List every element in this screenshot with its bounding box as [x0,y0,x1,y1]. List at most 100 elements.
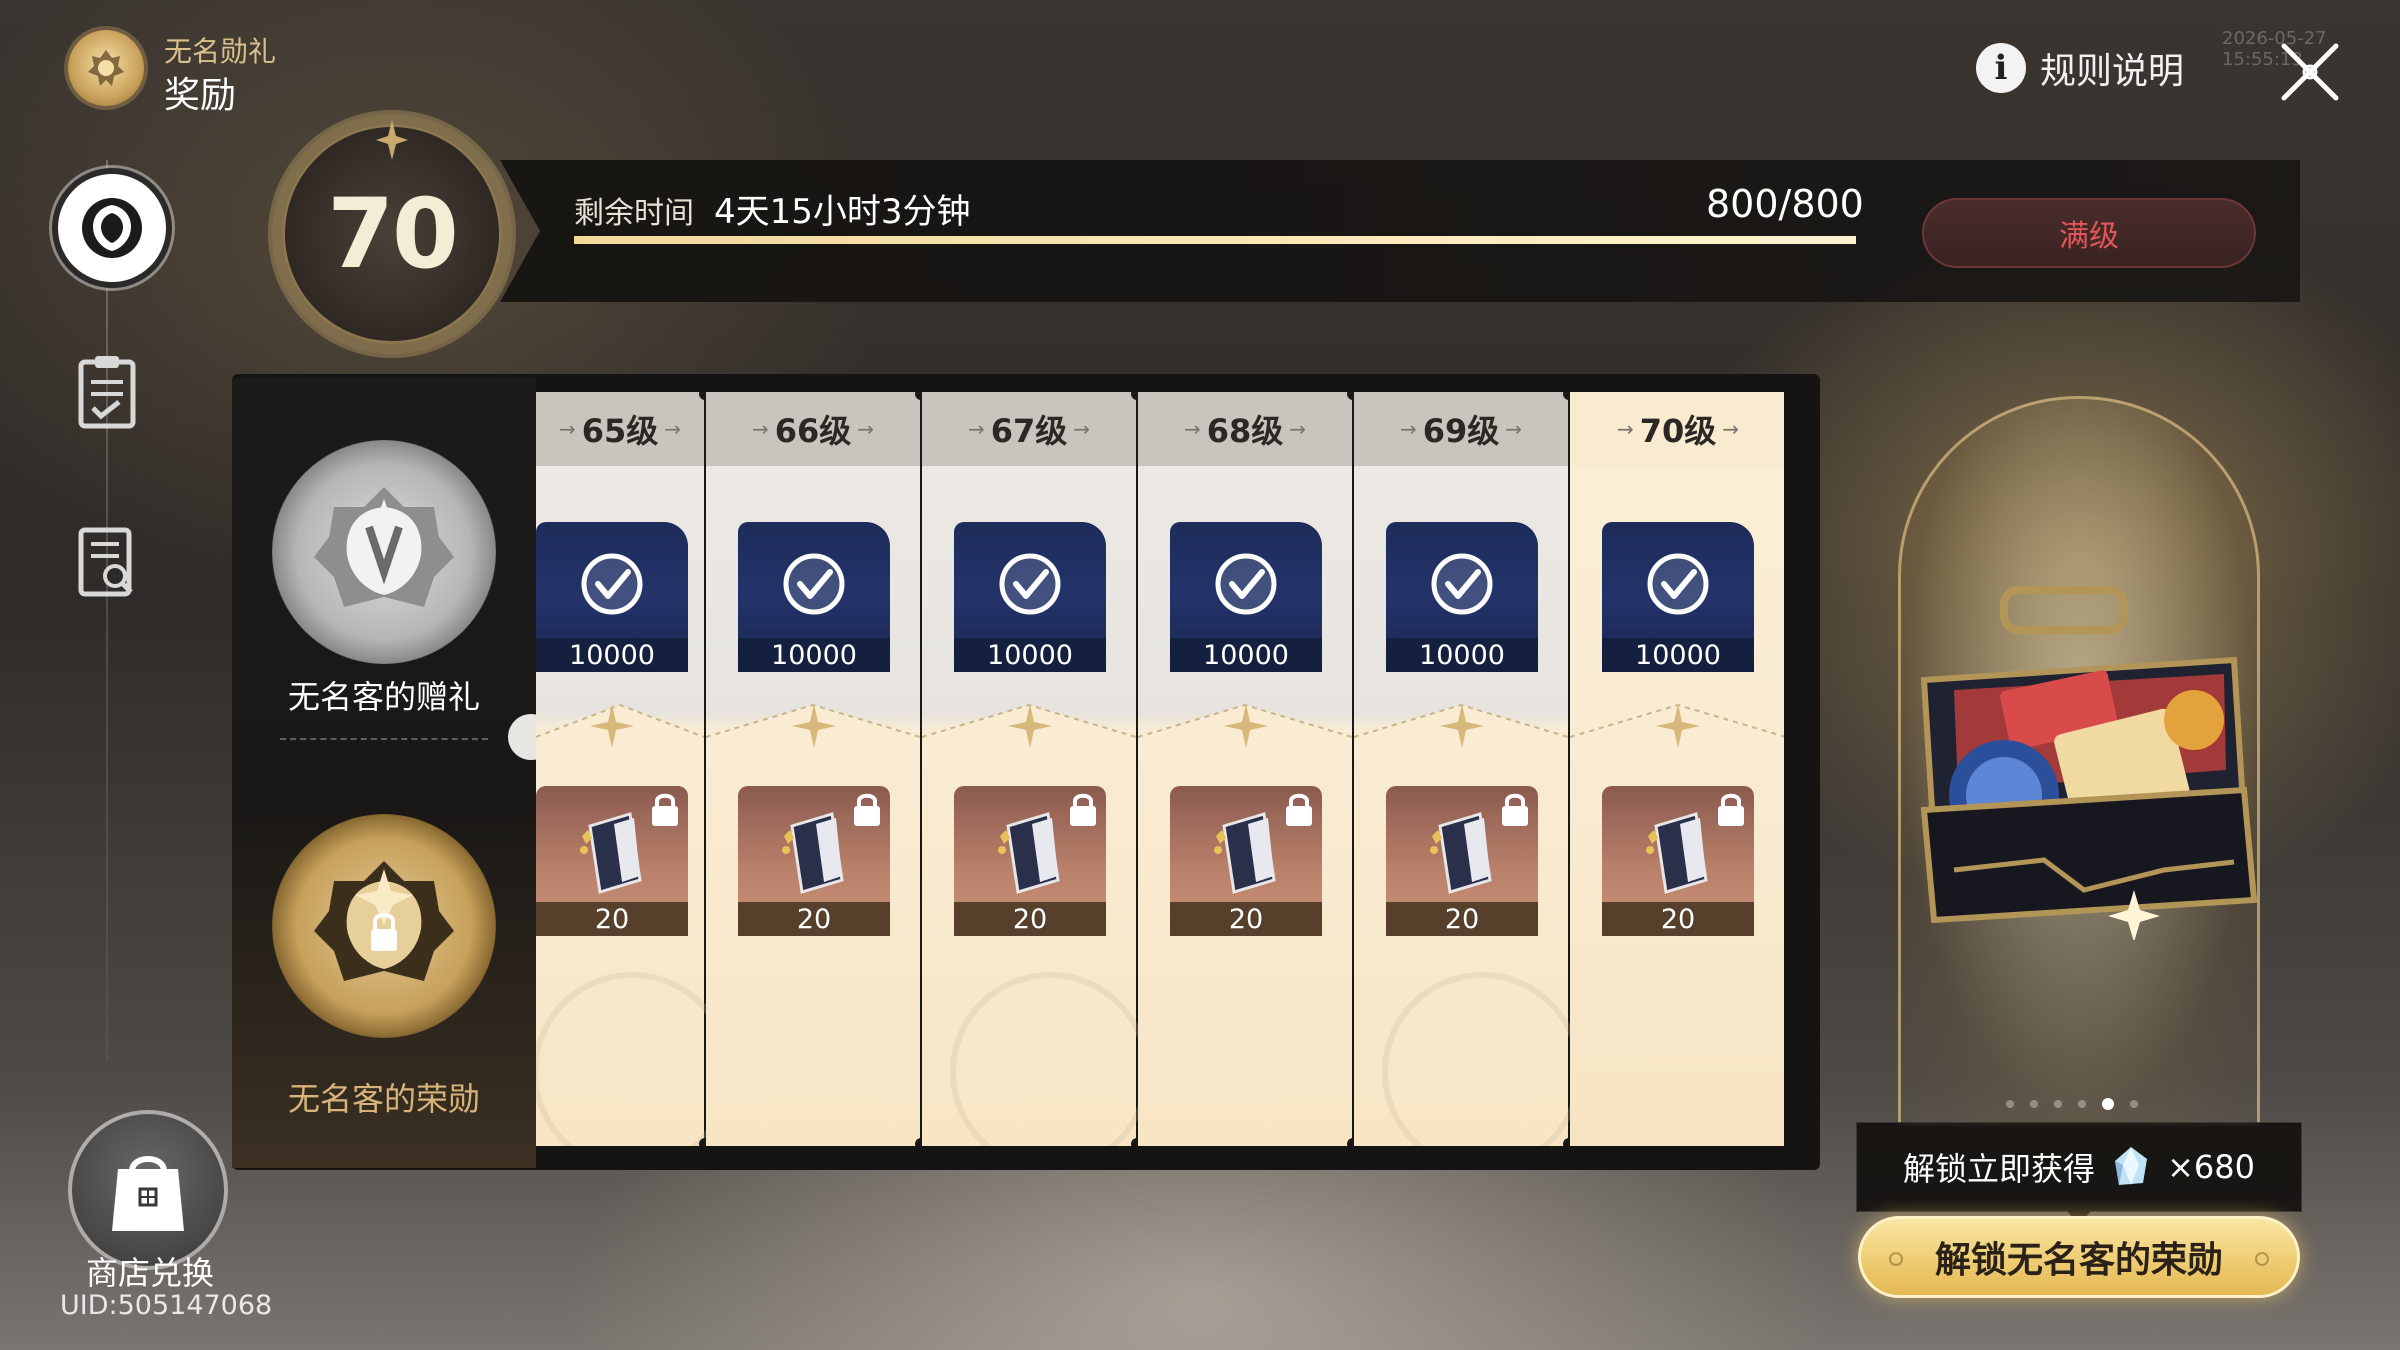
paid-reward-item[interactable]: 20 [536,786,688,936]
rules-label: 规则说明 [2040,51,2185,92]
button-ornament-left [1889,1252,1903,1266]
free-reward-item[interactable]: 10000 [1386,522,1538,672]
level-header-deco: → [1073,417,1091,441]
emblem-watermark [1382,972,1582,1146]
star-ornament-icon [376,120,408,160]
level-column: → 67级 → 10000 20 [922,392,1150,1146]
page-title: 奖励 [164,75,237,116]
paid-reward-qty: 20 [1602,902,1754,936]
rail-tab-missions[interactable] [72,522,142,602]
level-header-deco: → [558,417,576,441]
honor-emblem-icon [82,198,142,258]
free-reward-item[interactable]: 10000 [536,522,688,672]
paid-track-label: 无名客的荣勋 [287,1080,480,1118]
paid-reward-item[interactable]: 20 [1602,786,1754,936]
star-divider-icon [1440,704,1484,748]
paid-reward-item[interactable]: 20 [1170,786,1322,936]
claimed-check-icon [581,553,643,615]
star-divider-icon [1224,704,1268,748]
travel-log-book-icon [782,812,844,894]
level-header-deco: → [1289,417,1307,441]
travel-log-book-icon [1430,812,1492,894]
remaining-time-value: 4天15小时3分钟 [714,192,971,232]
exp-progress-fill [574,236,1856,244]
unlock-honor-button[interactable]: 解锁无名客的荣勋 [1858,1216,2300,1298]
document-search-icon [78,527,133,597]
level-column: → 65级 → 10000 20 [536,392,732,1146]
uid-label: UID:505147068 [60,1290,273,1321]
level-header-deco: → [1399,417,1417,441]
lock-icon [854,793,880,826]
level-header-deco: → [1616,417,1634,441]
clipboard-tasks-icon [78,356,136,429]
carousel-dot[interactable] [2102,1098,2114,1110]
star-divider-icon [1656,704,1700,748]
level-header-deco: → [1722,417,1740,441]
level-header: → 69级 → [1354,392,1568,466]
free-reward-qty: 10000 [536,638,688,672]
stellar-jade-icon [2115,1147,2148,1185]
carousel-dot[interactable] [2006,1100,2014,1108]
shop-exchange-button[interactable] [68,1110,228,1270]
paid-reward-item[interactable]: 20 [738,786,890,936]
travel-log-book-icon [1646,812,1708,894]
lock-icon [652,793,678,826]
emblem-watermark [536,972,732,1146]
paid-track-badge [272,814,496,1038]
paid-reward-item[interactable]: 20 [954,786,1106,936]
free-reward-qty: 10000 [954,638,1106,672]
level-label: 66级 [774,412,852,450]
rail-tab-tasks[interactable] [72,352,142,432]
travel-log-book-icon [580,812,642,894]
paid-reward-qty: 20 [1170,902,1322,936]
level-header: → 66级 → [706,392,920,466]
level-label: 69级 [1422,412,1500,450]
treasure-chest-image [1920,586,2258,940]
exp-count: 800/800 [1706,182,1864,226]
level-header: → 68级 → [1138,392,1352,466]
honor-emblem-logo [68,30,144,106]
rail-tab-honor[interactable] [52,168,172,288]
unlock-bonus-label: 解锁立即获得 [1903,1150,2096,1188]
star-divider-icon [590,704,634,748]
claimed-check-icon [1215,553,1277,615]
unlock-bonus-qty: ×680 [2167,1148,2255,1186]
carousel-dot[interactable] [2078,1100,2086,1108]
free-reward-qty: 10000 [1386,638,1538,672]
paid-reward-qty: 20 [738,902,890,936]
gold-emblem-lock-icon [314,861,454,981]
carousel-dot[interactable] [2130,1100,2138,1108]
lock-icon [1718,793,1744,826]
level-label: 67级 [990,412,1068,450]
emblem-watermark [950,972,1150,1146]
level-column: → 69级 → 10000 20 [1354,392,1582,1146]
shop-label: 商店兑换 [85,1254,214,1292]
level-label: 70级 [1639,412,1717,450]
free-reward-qty: 10000 [1170,638,1322,672]
star-divider-icon [792,704,836,748]
free-reward-item[interactable]: 10000 [954,522,1106,672]
free-reward-item[interactable]: 10000 [1602,522,1754,672]
button-ornament-right [2255,1252,2269,1266]
lock-icon [1070,793,1096,826]
unlock-honor-label: 解锁无名客的荣勋 [1934,1240,2223,1281]
level-label: 68级 [1206,412,1284,450]
paid-reward-qty: 20 [954,902,1106,936]
level-label: 65级 [581,412,659,450]
level-header-deco: → [967,417,985,441]
free-reward-item[interactable]: 10000 [1170,522,1322,672]
max-level-button[interactable]: 满级 [1922,198,2256,268]
free-reward-qty: 10000 [738,638,890,672]
paid-reward-item[interactable]: 20 [1386,786,1538,936]
free-reward-item[interactable]: 10000 [738,522,890,672]
page-subtitle: 无名勋礼 [164,35,277,68]
carousel-dot[interactable] [2030,1100,2038,1108]
close-button[interactable] [2274,36,2346,108]
carousel-dots [2006,1098,2138,1110]
silver-emblem-icon [314,487,454,607]
carousel-dot[interactable] [2054,1100,2062,1108]
claimed-check-icon [783,553,845,615]
unlock-bonus-tooltip: 解锁立即获得 ×680 [1856,1122,2302,1225]
rules-button[interactable]: i 规则说明 [1976,38,2184,98]
level-header: → 65级 → [536,392,704,466]
